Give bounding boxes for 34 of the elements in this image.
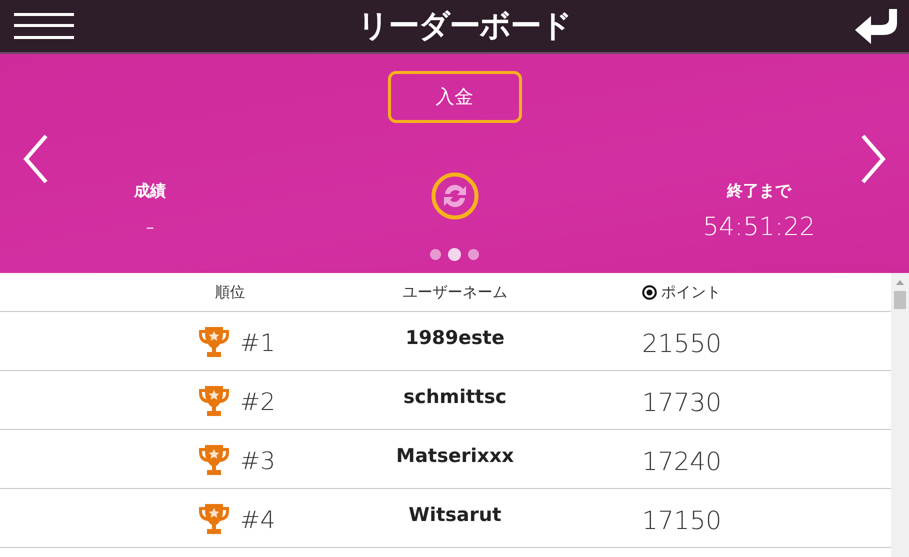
stat-value: 54:51:22 [702,212,816,241]
page-title: リーダーボード [358,7,572,46]
chevron-left-icon[interactable] [22,134,48,184]
points-value: 17730 [642,388,722,416]
points-value: 21550 [642,328,722,358]
page-dot[interactable] [468,249,479,260]
stat-value: - [145,212,155,241]
username: 1989este [405,327,505,349]
username: Witsarut [408,504,502,526]
back-icon[interactable] [855,7,899,45]
rank-number: #4 [240,506,276,534]
chevron-right-icon[interactable] [861,134,887,184]
column-header: ユーザーネーム [402,282,508,302]
trophy-icon [198,326,230,360]
deposit-button[interactable]: 入金 [388,71,522,123]
column-header: ポイント [661,282,721,302]
page-dot[interactable] [448,248,461,261]
trophy-icon [198,444,230,478]
refresh-icon[interactable] [430,172,478,220]
column-header: 順位 [215,282,245,302]
points-value: 17150 [642,506,722,534]
rank-number: #3 [240,447,276,475]
username: Matserixxx [396,445,514,467]
stat-label: 成績 [134,181,166,202]
points-value: 17240 [642,446,722,476]
trophy-icon [198,503,230,537]
username: schmittsc [403,386,507,408]
stat-label: 終了まで [727,181,791,202]
target-icon [642,284,657,300]
rank-number: #1 [240,329,276,357]
page-dot[interactable] [430,249,441,260]
menu-icon[interactable] [14,13,74,39]
rank-number: #2 [240,388,276,416]
trophy-icon [198,385,230,419]
